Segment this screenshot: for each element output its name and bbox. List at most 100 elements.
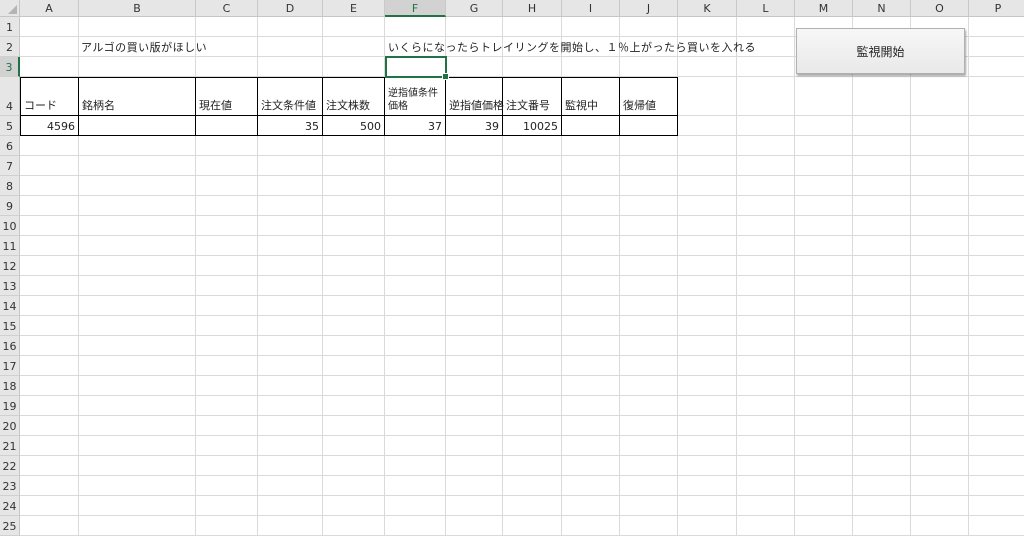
cell-l10[interactable] [737,216,795,236]
cell-c23[interactable] [196,476,258,496]
cell-i25[interactable] [562,516,620,536]
active-cell-f3[interactable] [385,56,449,80]
cell-f23[interactable] [385,476,446,496]
cell-j5[interactable] [620,116,678,136]
cell-i9[interactable] [562,196,620,216]
cell-o21[interactable] [911,436,969,456]
cell-c1[interactable] [196,17,258,37]
cell-b25[interactable] [79,516,196,536]
cell-k18[interactable] [678,376,737,396]
cell-j21[interactable] [620,436,678,456]
cell-p21[interactable] [969,436,1024,456]
cell-i20[interactable] [562,416,620,436]
cell-l22[interactable] [737,456,795,476]
cell-k9[interactable] [678,196,737,216]
cell-d7[interactable] [258,156,323,176]
cell-c8[interactable] [196,176,258,196]
cell-a13[interactable] [20,276,79,296]
cell-a22[interactable] [20,456,79,476]
cell-h22[interactable] [503,456,562,476]
cell-e11[interactable] [323,236,385,256]
select-all-corner[interactable] [0,0,20,17]
cell-k21[interactable] [678,436,737,456]
column-header-j[interactable]: J [620,0,678,17]
cell-m4[interactable] [795,77,853,116]
row-header-16[interactable]: 16 [0,336,20,356]
cell-g10[interactable] [446,216,503,236]
cell-p14[interactable] [969,296,1024,316]
cell-d19[interactable] [258,396,323,416]
cell-m22[interactable] [795,456,853,476]
row-header-2[interactable]: 2 [0,37,20,57]
cell-g13[interactable] [446,276,503,296]
cell-a17[interactable] [20,356,79,376]
cell-j19[interactable] [620,396,678,416]
cell-c10[interactable] [196,216,258,236]
cell-l23[interactable] [737,476,795,496]
cell-m11[interactable] [795,236,853,256]
cell-g14[interactable] [446,296,503,316]
cell-g21[interactable] [446,436,503,456]
cell-j22[interactable] [620,456,678,476]
row-header-7[interactable]: 7 [0,156,20,176]
cell-n4[interactable] [853,77,911,116]
cell-p22[interactable] [969,456,1024,476]
cell-n24[interactable] [853,496,911,516]
cell-b19[interactable] [79,396,196,416]
cell-l5[interactable] [737,116,795,136]
cell-a21[interactable] [20,436,79,456]
row-header-5[interactable]: 5 [0,116,20,136]
cell-k19[interactable] [678,396,737,416]
cell-a5[interactable]: 4596 [20,116,79,136]
cell-o22[interactable] [911,456,969,476]
cell-j13[interactable] [620,276,678,296]
cell-g12[interactable] [446,256,503,276]
cell-p4[interactable] [969,77,1024,116]
cell-l15[interactable] [737,316,795,336]
cell-m10[interactable] [795,216,853,236]
cell-f1[interactable] [385,17,446,37]
cell-a18[interactable] [20,376,79,396]
cell-k24[interactable] [678,496,737,516]
cell-g19[interactable] [446,396,503,416]
cell-o4[interactable] [911,77,969,116]
cell-f20[interactable] [385,416,446,436]
cell-p17[interactable] [969,356,1024,376]
cell-i8[interactable] [562,176,620,196]
cell-a10[interactable] [20,216,79,236]
cell-b15[interactable] [79,316,196,336]
cell-b1[interactable] [79,17,196,37]
column-header-o[interactable]: O [911,0,969,17]
cell-c11[interactable] [196,236,258,256]
column-header-p[interactable]: P [969,0,1024,17]
cell-l13[interactable] [737,276,795,296]
cell-h14[interactable] [503,296,562,316]
cell-f22[interactable] [385,456,446,476]
cell-j20[interactable] [620,416,678,436]
cell-l17[interactable] [737,356,795,376]
cell-b23[interactable] [79,476,196,496]
cell-g25[interactable] [446,516,503,536]
cell-k22[interactable] [678,456,737,476]
cell-f8[interactable] [385,176,446,196]
start-monitoring-button[interactable]: 監視開始 [796,28,965,74]
cell-a11[interactable] [20,236,79,256]
cell-k16[interactable] [678,336,737,356]
cell-o16[interactable] [911,336,969,356]
cell-c9[interactable] [196,196,258,216]
cell-a15[interactable] [20,316,79,336]
cell-i16[interactable] [562,336,620,356]
cell-j17[interactable] [620,356,678,376]
cell-c3[interactable] [196,57,258,77]
cell-c4[interactable]: 現在値 [196,77,258,116]
cell-p19[interactable] [969,396,1024,416]
cell-h7[interactable] [503,156,562,176]
cell-d6[interactable] [258,136,323,156]
cell-f16[interactable] [385,336,446,356]
cell-p15[interactable] [969,316,1024,336]
cell-h16[interactable] [503,336,562,356]
cell-j12[interactable] [620,256,678,276]
cell-j3[interactable] [620,57,678,77]
cell-c13[interactable] [196,276,258,296]
cell-a14[interactable] [20,296,79,316]
